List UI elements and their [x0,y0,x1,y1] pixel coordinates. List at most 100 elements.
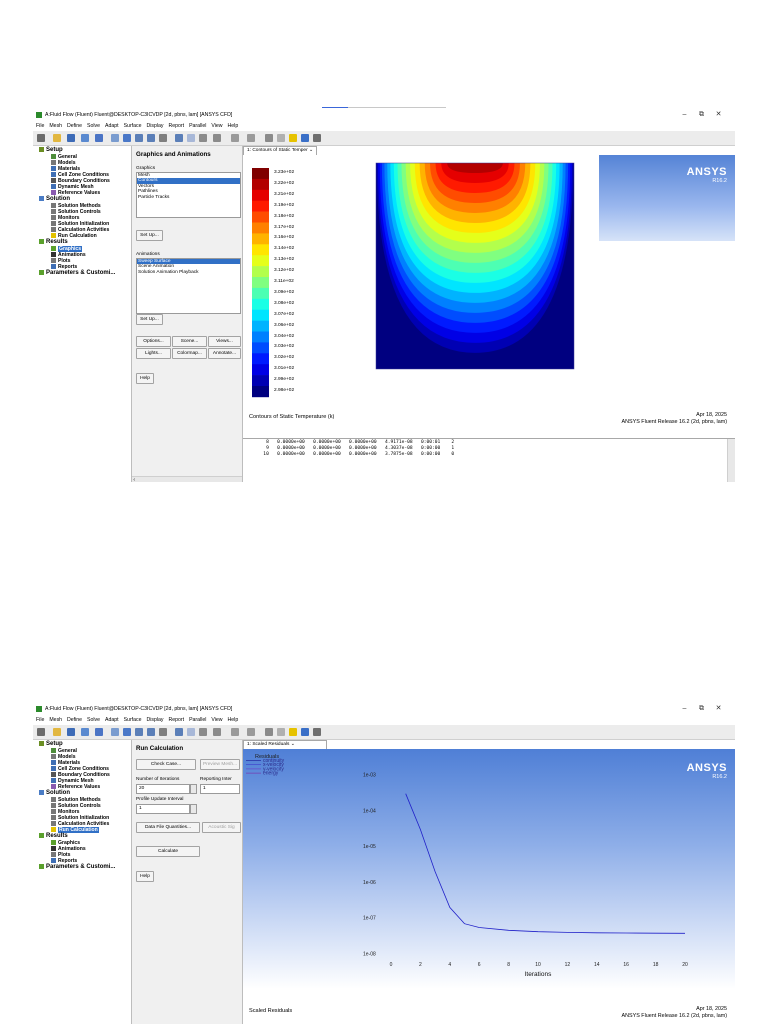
grid-icon[interactable] [265,134,273,142]
tree-results[interactable]: Results [39,833,68,839]
zoom-out-icon[interactable] [147,728,155,736]
tree-parameters[interactable]: Parameters & Customi... [39,270,115,276]
screen-icon[interactable] [95,728,103,736]
help-button[interactable]: Help [136,373,154,384]
maximize-button[interactable]: ⧉ [693,702,710,716]
menu-display[interactable]: Display [146,123,163,129]
layout-grid-icon[interactable] [313,134,321,142]
minimize-button[interactable]: – [676,702,693,716]
display-icon[interactable] [247,134,255,142]
menu-mesh[interactable]: Mesh [49,717,62,723]
tree-solution[interactable]: Solution [39,790,70,796]
preview-mesh-button[interactable]: Preview Mesh... [200,759,240,770]
close-button[interactable]: ✕ [710,108,727,122]
menu-adapt[interactable]: Adapt [105,123,119,129]
menu-file[interactable]: File [36,717,44,723]
profile-update-stepper[interactable] [190,804,197,814]
menu-surface[interactable]: Surface [124,717,142,723]
reporting-interval-input[interactable]: 1 [200,784,240,794]
menu-display[interactable]: Display [146,717,163,723]
check-case-button[interactable]: Check Case... [136,759,196,770]
axis-icon[interactable] [231,728,239,736]
fit-icon[interactable] [175,728,183,736]
window-icon[interactable] [301,134,309,142]
iterations-input[interactable]: 20 [136,784,190,794]
views-button[interactable]: Views... [208,336,241,347]
ruler-icon[interactable] [187,134,195,142]
minimize-button[interactable]: – [676,108,693,122]
zoom-in-icon[interactable] [135,728,143,736]
probe-icon[interactable] [159,728,167,736]
menu-mesh[interactable]: Mesh [49,123,62,129]
tree-results[interactable]: Results [39,239,68,245]
home-icon[interactable] [37,134,45,142]
zoom-in-icon[interactable] [135,134,143,142]
lights-button[interactable]: Lights... [136,348,171,359]
ansys-logo-icon[interactable] [289,134,297,142]
tree-setup[interactable]: Setup [39,741,63,747]
tree-parameters[interactable]: Parameters & Customi... [39,864,115,870]
layout-icon[interactable] [213,728,221,736]
acoustic-signals-button[interactable]: Acoustic Sig [202,822,241,833]
save-icon[interactable] [67,134,75,142]
rotate-icon[interactable] [111,728,119,736]
menu-help[interactable]: Help [228,717,239,723]
iterations-stepper[interactable] [190,784,197,794]
menu-report[interactable]: Report [169,123,185,129]
home-icon[interactable] [37,728,45,736]
annotate-button[interactable]: Annotate... [208,348,241,359]
pan-icon[interactable] [123,134,131,142]
layout-icon[interactable] [213,134,221,142]
view-icon[interactable] [199,728,207,736]
menu-solve[interactable]: Solve [87,123,100,129]
graphics-window[interactable]: 1: Scaled Residuals ⌄ ANSYS R16.2 Residua… [243,740,735,1024]
calculate-button[interactable]: Calculate [136,846,200,857]
colormap-button[interactable]: Colormap... [172,348,207,359]
graphics-window[interactable]: 1: Contours of Static Temper ⌄ ANSYS R16.… [243,146,735,438]
console-scrollbar[interactable] [727,439,735,482]
data-file-quantities-button[interactable]: Data File Quantities... [136,822,200,833]
menu-view[interactable]: View [211,717,222,723]
window-icon[interactable] [301,728,309,736]
layout-grid-icon[interactable] [313,728,321,736]
menu-define[interactable]: Define [67,717,82,723]
zoom-out-icon[interactable] [147,134,155,142]
menu-define[interactable]: Define [67,123,82,129]
menu-parallel[interactable]: Parallel [189,717,206,723]
list-item[interactable]: Particle Tracks [137,195,240,200]
fit-icon[interactable] [175,134,183,142]
tree-solution[interactable]: Solution [39,196,70,202]
list-item[interactable]: Solution Animation Playback [137,270,240,275]
print-icon[interactable] [81,728,89,736]
profile-update-input[interactable]: 1 [136,804,190,814]
open-folder-icon[interactable] [53,134,61,142]
ansys-logo-icon[interactable] [289,728,297,736]
menu-view[interactable]: View [211,123,222,129]
display-icon[interactable] [247,728,255,736]
rotate-icon[interactable] [111,134,119,142]
menu-help[interactable]: Help [228,123,239,129]
menu-surface[interactable]: Surface [124,123,142,129]
lighting-icon[interactable] [277,728,285,736]
view-icon[interactable] [199,134,207,142]
graphics-list[interactable]: Mesh Contours Vectors Pathlines Particle… [136,172,241,218]
help-button[interactable]: Help [136,871,154,882]
screen-icon[interactable] [95,134,103,142]
animations-list[interactable]: Sweep Surface Scene Animation Solution A… [136,258,241,314]
options-button[interactable]: Options... [136,336,171,347]
close-button[interactable]: ✕ [710,702,727,716]
maximize-button[interactable]: ⧉ [693,108,710,122]
print-icon[interactable] [81,134,89,142]
graphics-setup-button[interactable]: Set Up... [136,230,163,241]
menu-adapt[interactable]: Adapt [105,717,119,723]
tree-setup[interactable]: Setup [39,147,63,153]
menu-report[interactable]: Report [169,717,185,723]
ruler-icon[interactable] [187,728,195,736]
panel-horizontal-scrollbar[interactable]: ‹ [132,476,242,482]
pan-icon[interactable] [123,728,131,736]
axis-icon[interactable] [231,134,239,142]
probe-icon[interactable] [159,134,167,142]
open-folder-icon[interactable] [53,728,61,736]
save-icon[interactable] [67,728,75,736]
scene-button[interactable]: Scene... [172,336,207,347]
